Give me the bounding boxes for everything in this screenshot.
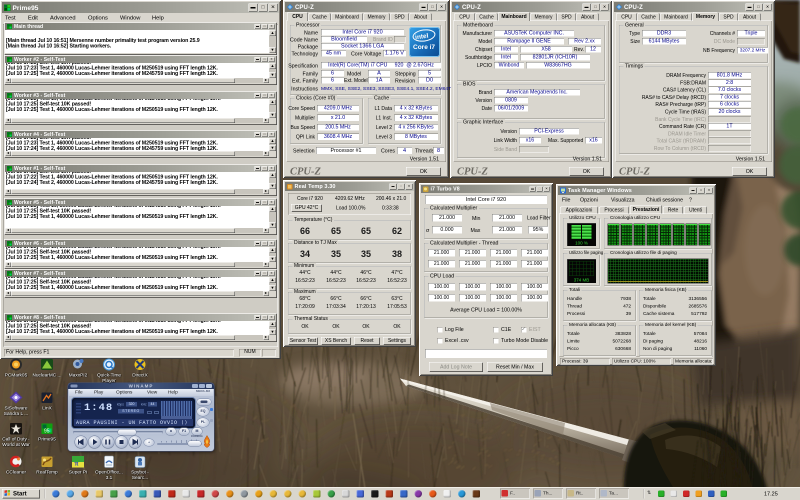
svg-text:π: π — [75, 460, 79, 468]
svg-text:95: 95 — [44, 429, 50, 435]
